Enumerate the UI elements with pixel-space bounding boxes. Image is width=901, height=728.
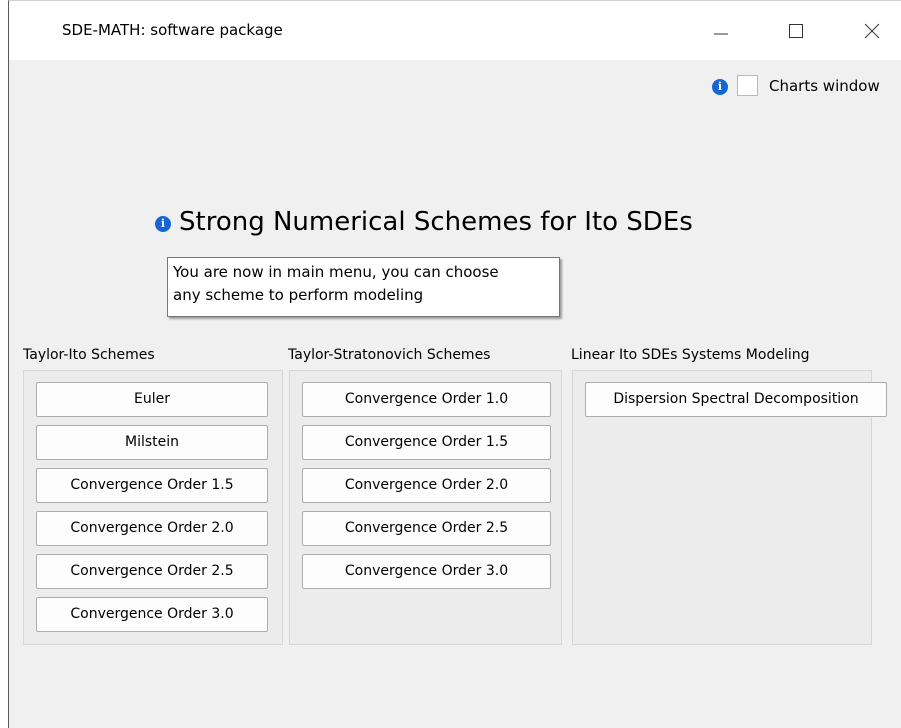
group-title-taylor-ito: Taylor-Ito Schemes [23,347,155,363]
charts-window-checkbox[interactable] [737,75,758,96]
app-window: SDE-MATH: software package i Charts wind… [8,0,901,728]
milstein-button[interactable]: Milstein [36,425,268,460]
info-icon[interactable]: i [712,79,728,95]
strat-order-2-5-button[interactable]: Convergence Order 2.5 [302,511,551,546]
group-title-linear-ito-systems: Linear Ito SDEs Systems Modeling [571,347,810,363]
tooltip: You are now in main menu, you can choose… [167,257,560,317]
ito-order-2-5-button[interactable]: Convergence Order 2.5 [36,554,268,589]
close-button[interactable] [840,1,901,60]
strat-order-2-0-button[interactable]: Convergence Order 2.0 [302,468,551,503]
group-taylor-ito: Euler Milstein Convergence Order 1.5 Con… [23,370,283,645]
charts-window-label[interactable]: Charts window [769,77,880,95]
maximize-button[interactable] [764,1,826,60]
group-linear-ito-systems: Dispersion Spectral Decomposition [572,370,887,645]
tooltip-line: You are now in main menu, you can choose [173,263,499,281]
minimize-button[interactable] [689,1,751,60]
ito-order-1-5-button[interactable]: Convergence Order 1.5 [36,468,268,503]
minimize-icon [714,33,728,35]
close-icon [864,23,880,39]
euler-button[interactable]: Euler [36,382,268,417]
group-title-taylor-stratonovich: Taylor-Stratonovich Schemes [288,347,491,363]
ito-order-2-0-button[interactable]: Convergence Order 2.0 [36,511,268,546]
dispersion-spectral-decomposition-button[interactable]: Dispersion Spectral Decomposition [585,382,887,417]
window-title: SDE-MATH: software package [62,21,283,39]
info-icon[interactable]: i [155,216,171,232]
group-taylor-stratonovich: Convergence Order 1.0 Convergence Order … [289,370,562,645]
strat-order-1-5-button[interactable]: Convergence Order 1.5 [302,425,551,460]
title-bar: SDE-MATH: software package [9,1,901,60]
page-title: Strong Numerical Schemes for Ito SDEs [179,207,693,237]
maximize-icon [789,24,803,38]
strat-order-3-0-button[interactable]: Convergence Order 3.0 [302,554,551,589]
tooltip-line: any scheme to perform modeling [173,286,424,304]
ito-order-3-0-button[interactable]: Convergence Order 3.0 [36,597,268,632]
strat-order-1-0-button[interactable]: Convergence Order 1.0 [302,382,551,417]
